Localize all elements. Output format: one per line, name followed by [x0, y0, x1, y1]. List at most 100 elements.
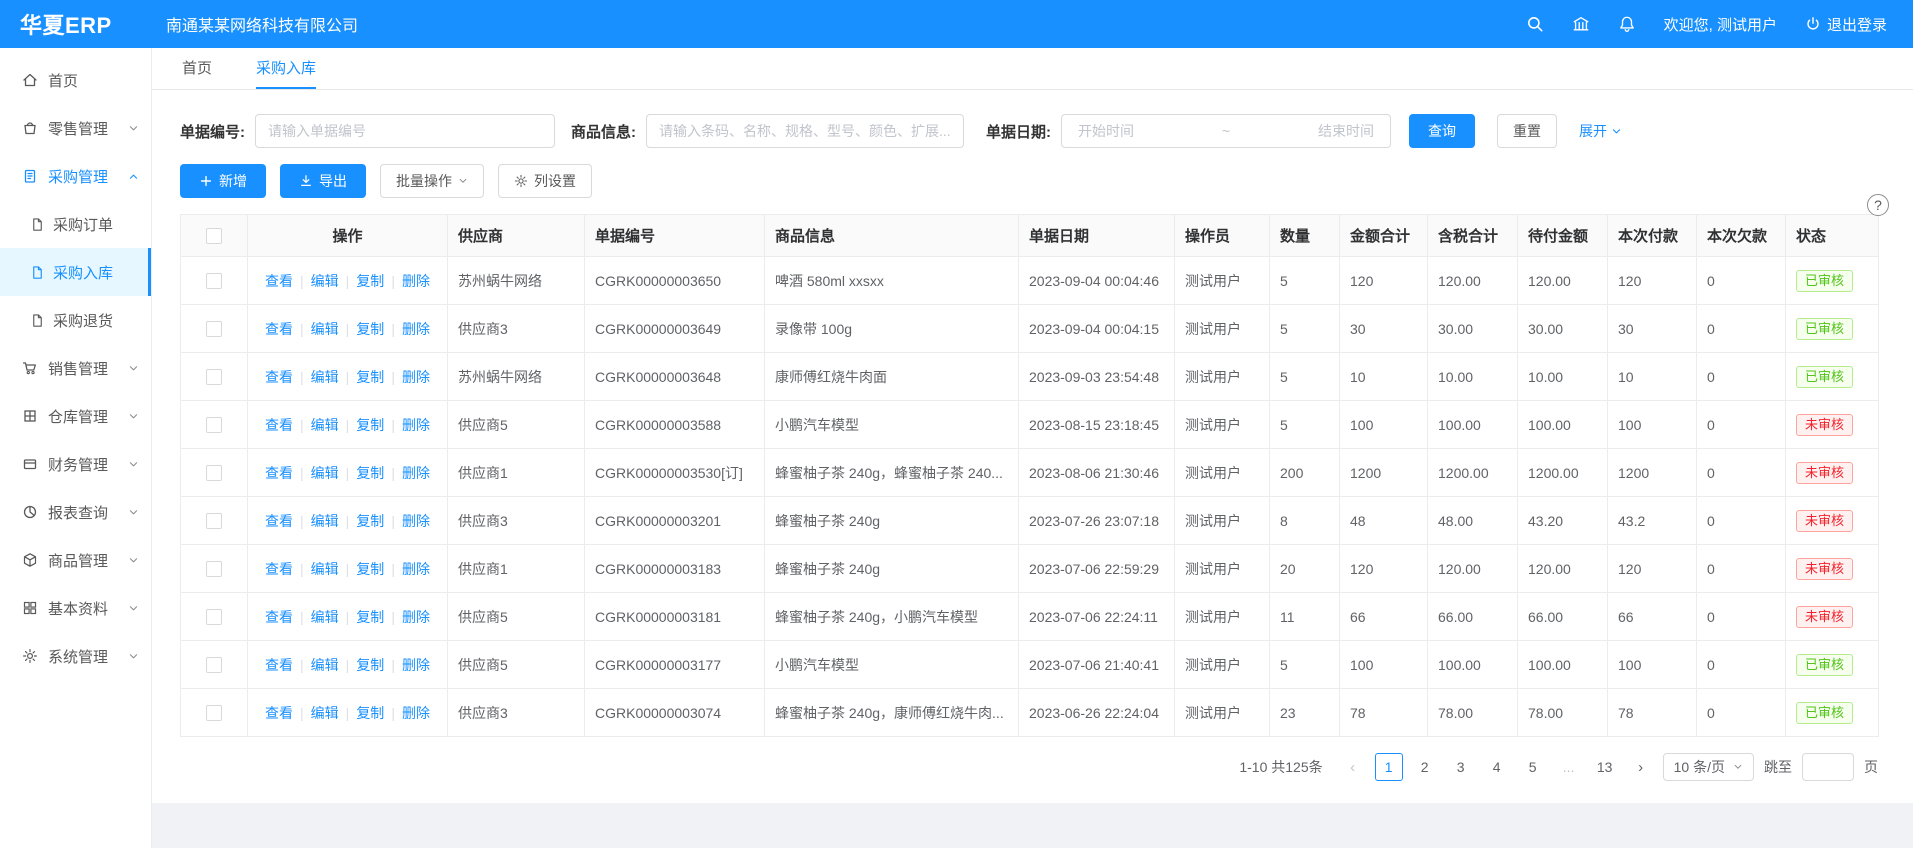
tab-home[interactable]: 首页 — [182, 48, 212, 89]
row-checkbox[interactable] — [206, 465, 222, 481]
sidebar-item-warehouse[interactable]: 仓库管理 — [0, 392, 151, 440]
delete-link[interactable]: 删除 — [402, 561, 430, 577]
row-checkbox[interactable] — [206, 369, 222, 385]
copy-link[interactable]: 复制 — [356, 321, 384, 337]
pagination-page[interactable]: 3 — [1447, 753, 1475, 781]
jump-page-input[interactable] — [1802, 753, 1854, 781]
column-settings-button[interactable]: 列设置 — [498, 164, 592, 198]
view-link[interactable]: 查看 — [265, 465, 293, 481]
delete-link[interactable]: 删除 — [402, 465, 430, 481]
divider: | — [346, 465, 350, 481]
view-link[interactable]: 查看 — [265, 321, 293, 337]
delete-link[interactable]: 删除 — [402, 513, 430, 529]
purchase-inbound-table: 操作 供应商 单据编号 商品信息 单据日期 操作员 数量 金额合计 含税合计 待… — [180, 214, 1879, 737]
expand-link[interactable]: 展开 — [1579, 121, 1622, 141]
row-checkbox[interactable] — [206, 609, 222, 625]
pagination-page[interactable]: 5 — [1519, 753, 1547, 781]
logout-button[interactable]: 退出登录 — [1805, 14, 1887, 35]
delete-link[interactable]: 删除 — [402, 657, 430, 673]
batch-operations-button[interactable]: 批量操作 — [380, 164, 484, 198]
row-checkbox[interactable] — [206, 513, 222, 529]
delete-link[interactable]: 删除 — [402, 369, 430, 385]
select-all-checkbox[interactable] — [206, 228, 222, 244]
sidebar-item-home[interactable]: 首页 — [0, 56, 151, 104]
sidebar-item-sales[interactable]: 销售管理 — [0, 344, 151, 392]
report-icon — [22, 504, 38, 520]
edit-link[interactable]: 编辑 — [311, 561, 339, 577]
doc-no-input[interactable] — [255, 114, 555, 148]
add-button[interactable]: 新增 — [180, 164, 266, 198]
bell-icon[interactable] — [1618, 15, 1636, 33]
copy-link[interactable]: 复制 — [356, 273, 384, 289]
copy-link[interactable]: 复制 — [356, 705, 384, 721]
row-checkbox[interactable] — [206, 321, 222, 337]
delete-link[interactable]: 删除 — [402, 705, 430, 721]
sidebar-item-report[interactable]: 报表查询 — [0, 488, 151, 536]
delete-link[interactable]: 删除 — [402, 609, 430, 625]
copy-link[interactable]: 复制 — [356, 465, 384, 481]
cell-product: 蜂蜜柚子茶 240g，康师傅红烧牛肉... — [765, 689, 1019, 737]
row-checkbox[interactable] — [206, 417, 222, 433]
view-link[interactable]: 查看 — [265, 561, 293, 577]
sidebar-item-basic-data[interactable]: 基本资料 — [0, 584, 151, 632]
cell-operator: 测试用户 — [1175, 449, 1270, 497]
help-icon[interactable]: ? — [1867, 194, 1889, 216]
chevron-down-icon — [1611, 126, 1622, 137]
view-link[interactable]: 查看 — [265, 705, 293, 721]
next-page-button[interactable]: › — [1629, 759, 1653, 776]
date-range-picker[interactable]: 开始时间 ~ 结束时间 — [1061, 114, 1391, 148]
sidebar-item-retail[interactable]: 零售管理 — [0, 104, 151, 152]
row-checkbox[interactable] — [206, 273, 222, 289]
copy-link[interactable]: 复制 — [356, 513, 384, 529]
pagination-page[interactable]: 2 — [1411, 753, 1439, 781]
bank-icon[interactable] — [1572, 15, 1590, 33]
reset-button[interactable]: 重置 — [1497, 114, 1557, 148]
cell-amount: 120 — [1340, 545, 1428, 593]
sidebar-item-purchase-return[interactable]: 采购退货 — [0, 296, 151, 344]
sidebar-item-system[interactable]: 系统管理 — [0, 632, 151, 680]
edit-link[interactable]: 编辑 — [311, 705, 339, 721]
view-link[interactable]: 查看 — [265, 657, 293, 673]
edit-link[interactable]: 编辑 — [311, 273, 339, 289]
view-link[interactable]: 查看 — [265, 417, 293, 433]
copy-link[interactable]: 复制 — [356, 369, 384, 385]
copy-link[interactable]: 复制 — [356, 657, 384, 673]
sidebar-item-goods[interactable]: 商品管理 — [0, 536, 151, 584]
edit-link[interactable]: 编辑 — [311, 369, 339, 385]
edit-link[interactable]: 编辑 — [311, 657, 339, 673]
sidebar-item-purchase[interactable]: 采购管理 — [0, 152, 151, 200]
edit-link[interactable]: 编辑 — [311, 321, 339, 337]
delete-link[interactable]: 删除 — [402, 417, 430, 433]
edit-link[interactable]: 编辑 — [311, 465, 339, 481]
product-info-input[interactable] — [646, 114, 964, 148]
view-link[interactable]: 查看 — [265, 513, 293, 529]
view-link[interactable]: 查看 — [265, 609, 293, 625]
copy-link[interactable]: 复制 — [356, 561, 384, 577]
sidebar-item-purchase-inbound[interactable]: 采购入库 — [0, 248, 151, 296]
delete-link[interactable]: 删除 — [402, 321, 430, 337]
sidebar-item-finance[interactable]: 财务管理 — [0, 440, 151, 488]
tab-purchase-inbound[interactable]: 采购入库 — [256, 48, 316, 89]
copy-link[interactable]: 复制 — [356, 417, 384, 433]
copy-link[interactable]: 复制 — [356, 609, 384, 625]
page-size-select[interactable]: 10 条/页 — [1663, 753, 1754, 781]
pagination-page[interactable]: 4 — [1483, 753, 1511, 781]
row-checkbox[interactable] — [206, 705, 222, 721]
search-button[interactable]: 查询 — [1409, 114, 1475, 148]
cell-product: 蜂蜜柚子茶 240g — [765, 497, 1019, 545]
export-button[interactable]: 导出 — [280, 164, 366, 198]
delete-link[interactable]: 删除 — [402, 273, 430, 289]
edit-link[interactable]: 编辑 — [311, 609, 339, 625]
row-checkbox[interactable] — [206, 657, 222, 673]
view-link[interactable]: 查看 — [265, 369, 293, 385]
edit-link[interactable]: 编辑 — [311, 417, 339, 433]
pagination-page[interactable]: 1 — [1375, 753, 1403, 781]
prev-page-button[interactable]: ‹ — [1341, 759, 1365, 776]
edit-link[interactable]: 编辑 — [311, 513, 339, 529]
cell-doc-no: CGRK00000003530[订] — [585, 449, 765, 497]
view-link[interactable]: 查看 — [265, 273, 293, 289]
pagination-page[interactable]: 13 — [1591, 753, 1619, 781]
search-icon[interactable] — [1526, 15, 1544, 33]
row-checkbox[interactable] — [206, 561, 222, 577]
sidebar-item-purchase-order[interactable]: 采购订单 — [0, 200, 151, 248]
